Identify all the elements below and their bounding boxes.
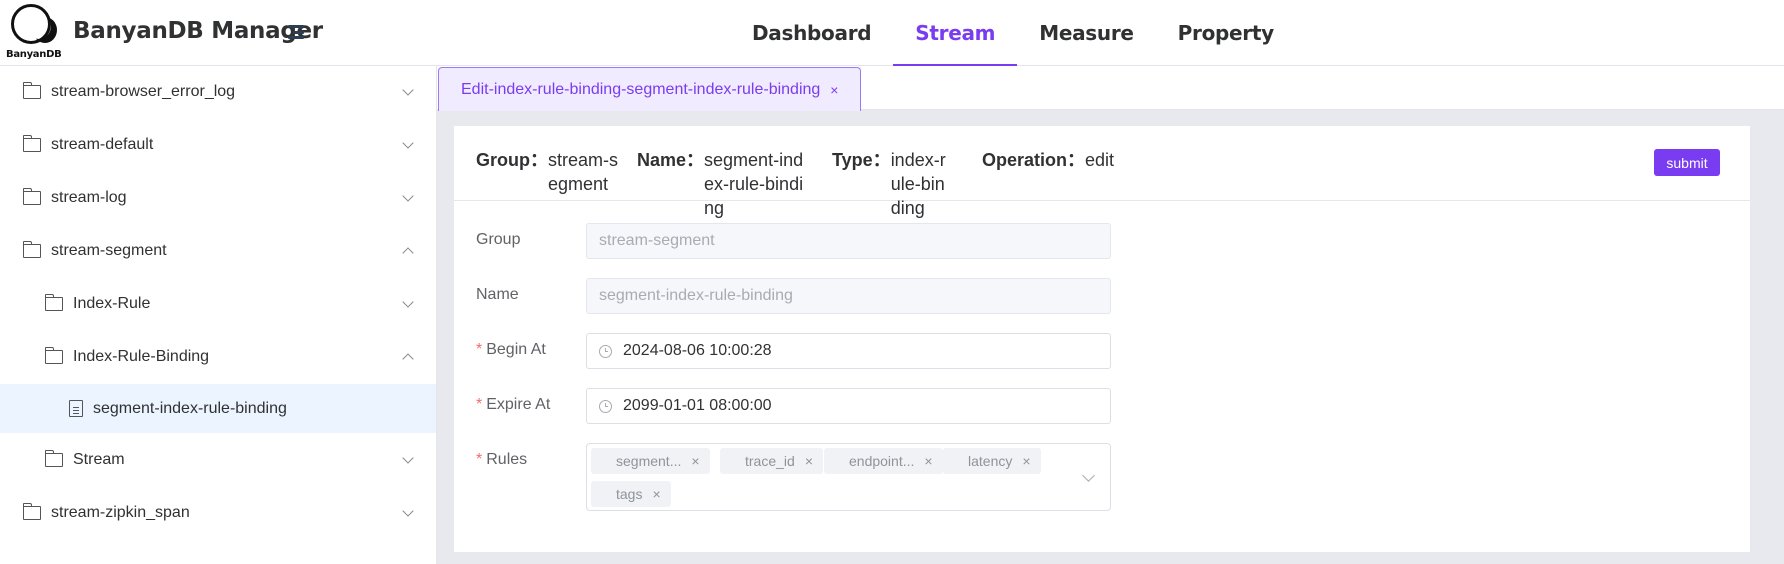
rules-multi-select[interactable]: segment... × trace_id × endpoint... × la… [586, 443, 1111, 511]
tree-item-label: Index-Rule [73, 295, 151, 312]
folder-icon [22, 82, 41, 99]
chevron-up-icon[interactable] [402, 247, 414, 259]
sidebar-tree: stream-browser_error_log stream-default … [0, 66, 437, 564]
required-mark: * [476, 341, 483, 358]
folder-icon [22, 188, 41, 205]
tab-bar: Edit-index-rule-binding-segment-index-ru… [437, 66, 1784, 111]
summary-name-value: segment-index-rule-binding [704, 150, 804, 218]
folder-icon [44, 450, 63, 467]
chevron-down-icon[interactable] [402, 84, 414, 96]
summary-operation: Operation： edit [982, 150, 1115, 170]
app-title: BanyanDB Manager [73, 18, 323, 44]
nav-stream[interactable]: Stream [893, 0, 1018, 67]
expire-at-datetime-input[interactable]: 2099-01-01 08:00:00 [586, 388, 1111, 424]
tab-edit-index-rule-binding[interactable]: Edit-index-rule-binding-segment-index-ru… [438, 67, 862, 111]
clock-icon [599, 399, 612, 413]
main-content: Edit-index-rule-binding-segment-index-ru… [437, 66, 1784, 564]
rule-tag: tags × [591, 481, 671, 507]
begin-at-label: * Begin At [476, 341, 546, 358]
chevron-down-icon[interactable] [1082, 469, 1095, 482]
folder-icon [44, 294, 63, 311]
chevron-down-icon[interactable] [402, 296, 414, 308]
tree-item-label: Index-Rule-Binding [73, 348, 210, 365]
tree-item-label: segment-index-rule-binding [93, 399, 287, 417]
summary-operation-value: edit [1085, 150, 1115, 170]
form-row-name: Name segment-index-rule-binding [476, 278, 1111, 314]
logo-moon-icon [11, 4, 51, 44]
tree-item-label: stream-default [51, 136, 154, 153]
rule-tag: latency × [943, 448, 1041, 474]
form-row-begin-at: * Begin At 2024-08-06 10:00:28 [476, 333, 1111, 369]
menu-collapse-icon[interactable] [288, 25, 304, 39]
folder-icon [44, 347, 63, 364]
folder-icon [22, 503, 41, 520]
nav-dashboard[interactable]: Dashboard [730, 0, 893, 66]
main-nav: Dashboard Stream Measure Property [730, 0, 1296, 67]
tree-item-label: stream-browser_error_log [51, 83, 236, 100]
begin-at-value: 2024-08-06 10:00:28 [623, 342, 772, 359]
rule-tag: endpoint... × [824, 448, 943, 474]
tree-item-label: Stream [73, 451, 125, 468]
form-row-rules: * Rules segment... × trace_id × endpoint.… [476, 443, 1111, 511]
form-row-expire-at: * Expire At 2099-01-01 08:00:00 [476, 388, 1111, 424]
required-mark: * [476, 396, 483, 413]
tree-item-segment-index-rule-binding[interactable]: segment-index-rule-binding [0, 384, 436, 433]
group-label: Group [476, 231, 521, 248]
chevron-down-icon[interactable] [402, 190, 414, 202]
tree-item-index-rule-binding[interactable]: Index-Rule-Binding [0, 331, 436, 383]
chevron-down-icon[interactable] [402, 505, 414, 517]
rules-label: * Rules [476, 451, 528, 468]
chevron-down-icon[interactable] [402, 452, 414, 464]
begin-at-datetime-input[interactable]: 2024-08-06 10:00:28 [586, 333, 1111, 369]
tag-close-icon[interactable]: × [691, 453, 699, 469]
name-label: Name [476, 286, 519, 303]
tree-item-stream[interactable]: Stream [0, 434, 436, 486]
rule-tag: segment... × [591, 448, 710, 474]
submit-button[interactable]: submit [1654, 149, 1720, 176]
tree-item-stream-zipkin-span[interactable]: stream-zipkin_span [0, 487, 436, 539]
tab-label: Edit-index-rule-binding-segment-index-ru… [461, 80, 821, 98]
tree-item-label: stream-segment [51, 242, 167, 259]
tree-item-index-rule[interactable]: Index-Rule [0, 278, 436, 330]
tree-item-stream-default[interactable]: stream-default [0, 119, 436, 171]
tag-close-icon[interactable]: × [1022, 453, 1030, 469]
edit-card: Group： stream-segment Name： segment-inde… [454, 126, 1750, 552]
summary-group-value: stream-segment [548, 150, 619, 194]
tag-close-icon[interactable]: × [924, 453, 932, 469]
chevron-down-icon[interactable] [402, 137, 414, 149]
expire-at-label: * Expire At [476, 396, 551, 413]
summary-name: Name： segment-index-rule-binding [637, 150, 804, 218]
tag-close-icon[interactable]: × [805, 453, 813, 469]
top-header: BanyanDB BanyanDB Manager Dashboard Stre… [0, 0, 1784, 67]
summary-group: Group： stream-segment [476, 148, 623, 196]
tree-item-stream-log[interactable]: stream-log [0, 172, 436, 224]
summary-type: Type： index-rule-binding [832, 148, 955, 220]
folder-icon [22, 241, 41, 258]
group-input[interactable]: stream-segment [586, 223, 1111, 259]
name-input[interactable]: segment-index-rule-binding [586, 278, 1111, 314]
form-row-group: Group stream-segment [476, 223, 1111, 259]
tree-item-stream-browser-error-log[interactable]: stream-browser_error_log [0, 66, 436, 118]
nav-property[interactable]: Property [1156, 0, 1296, 66]
required-mark: * [476, 451, 483, 468]
tag-close-icon[interactable]: × [652, 486, 660, 502]
summary-header: Group： stream-segment Name： segment-inde… [454, 126, 1750, 218]
tree-item-label: stream-log [51, 189, 127, 206]
clock-icon [599, 344, 612, 358]
logo-text: BanyanDB [6, 49, 62, 60]
summary-type-value: index-rule-binding [890, 150, 946, 218]
nav-measure[interactable]: Measure [1017, 0, 1155, 66]
close-icon[interactable]: × [830, 82, 838, 98]
tree-item-label: stream-zipkin_span [51, 504, 190, 521]
expire-at-value: 2099-01-01 08:00:00 [623, 397, 772, 414]
rule-tag: trace_id × [720, 448, 823, 474]
folder-icon [22, 135, 41, 152]
banyandb-logo[interactable]: BanyanDB [6, 4, 62, 60]
document-icon [69, 400, 83, 417]
tree-item-stream-segment[interactable]: stream-segment [0, 225, 436, 277]
chevron-up-icon[interactable] [402, 353, 414, 365]
